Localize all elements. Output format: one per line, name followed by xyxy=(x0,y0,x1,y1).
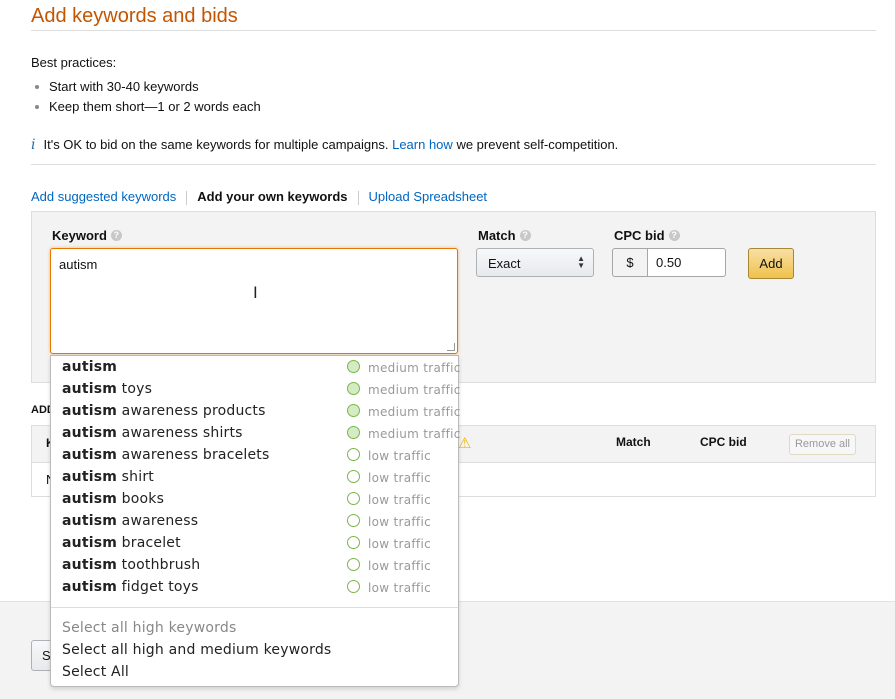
add-keyword-button[interactable]: Add xyxy=(748,248,794,279)
column-header-cpc-bid: CPC bid xyxy=(700,435,747,449)
bullet-icon xyxy=(35,104,39,109)
traffic-level: medium traffic xyxy=(368,383,461,397)
suggestion-action[interactable]: Select All xyxy=(62,664,129,680)
suggestion-item[interactable]: autism awareness bracelets low traffic xyxy=(51,445,458,467)
page-title: Add keywords and bids xyxy=(31,5,238,27)
text-cursor-icon: I xyxy=(253,283,258,302)
suggestion-action[interactable]: Select all high and medium keywords xyxy=(62,642,331,658)
info-icon: i xyxy=(31,137,36,153)
best-practice-item: Keep them short—1 or 2 words each xyxy=(35,99,261,114)
traffic-indicator-icon xyxy=(347,470,360,483)
suggestion-item[interactable]: autism awareness products medium traffic xyxy=(51,401,461,423)
help-icon[interactable]: ? xyxy=(519,230,531,242)
bullet-icon xyxy=(35,84,39,89)
column-header-match: Match xyxy=(616,435,651,449)
suggestion-item[interactable]: autism awareness low traffic xyxy=(51,511,458,533)
suggestion-keyword: autism awareness shirts xyxy=(62,425,243,441)
traffic-level: low traffic xyxy=(368,493,431,507)
select-arrows-icon: ▲ ▼ xyxy=(577,254,585,270)
suggestion-keyword: autism fidget toys xyxy=(62,579,199,595)
learn-how-link[interactable]: Learn how xyxy=(392,137,453,152)
traffic-indicator-icon xyxy=(347,492,360,505)
help-icon[interactable]: ? xyxy=(110,230,122,242)
traffic-indicator-icon xyxy=(347,404,360,417)
traffic-indicator-icon xyxy=(347,514,360,527)
traffic-indicator-icon xyxy=(347,580,360,593)
suggestion-item[interactable]: autism fidget toys low traffic xyxy=(51,577,458,599)
traffic-indicator-icon xyxy=(347,558,360,571)
traffic-indicator-icon xyxy=(347,360,360,373)
traffic-level: low traffic xyxy=(368,471,431,485)
suggestion-keyword: autism awareness products xyxy=(62,403,266,419)
suggestion-item[interactable]: autism medium traffic xyxy=(51,357,461,379)
best-practices-heading: Best practices: xyxy=(31,55,117,70)
match-type-select[interactable]: Exact ▲ ▼ xyxy=(476,248,594,277)
keyword-source-tabs: Add suggested keywords Add your own keywo… xyxy=(31,189,487,205)
traffic-level: low traffic xyxy=(368,449,431,463)
tab-add-suggested-keywords[interactable]: Add suggested keywords xyxy=(31,189,176,204)
suggestion-item[interactable]: autism awareness shirts medium traffic xyxy=(51,423,461,445)
title-divider xyxy=(31,30,876,31)
suggestion-item[interactable]: autism bracelet low traffic xyxy=(51,533,458,555)
remove-all-button[interactable]: Remove all xyxy=(789,434,856,455)
currency-symbol: $ xyxy=(612,248,647,277)
best-practice-item: Start with 30-40 keywords xyxy=(35,79,199,94)
traffic-level: low traffic xyxy=(368,581,431,595)
keyword-suggestions-dropdown: autism medium traffic autism toys medium tr… xyxy=(50,355,461,687)
match-label: Match? xyxy=(478,228,531,243)
info-divider xyxy=(31,164,876,165)
resize-handle-icon[interactable] xyxy=(447,343,455,351)
suggestion-keyword: autism toothbrush xyxy=(62,557,201,573)
traffic-level: low traffic xyxy=(368,515,431,529)
match-type-value: Exact xyxy=(488,256,521,271)
keyword-text-value: autism xyxy=(59,257,98,272)
info-text-before: It's OK to bid on the same keywords for … xyxy=(43,137,389,152)
traffic-level: low traffic xyxy=(368,537,431,551)
suggestion-item[interactable]: autism toothbrush low traffic xyxy=(51,555,458,577)
suggestion-item[interactable]: autism shirt low traffic xyxy=(51,467,458,489)
tab-upload-spreadsheet[interactable]: Upload Spreadsheet xyxy=(369,189,488,204)
keyword-label: Keyword? xyxy=(52,228,122,243)
suggestion-action[interactable]: Select all high keywords xyxy=(62,620,236,636)
suggestion-divider xyxy=(51,607,458,608)
suggestion-keyword: autism bracelet xyxy=(62,535,181,551)
suggestion-keyword: autism awareness bracelets xyxy=(62,447,270,463)
tab-separator xyxy=(186,190,188,205)
suggestion-keyword: autism books xyxy=(62,491,165,507)
suggestion-keyword: autism awareness xyxy=(62,513,199,529)
traffic-level: medium traffic xyxy=(368,361,461,375)
traffic-indicator-icon xyxy=(347,382,360,395)
traffic-indicator-icon xyxy=(347,448,360,461)
traffic-level: medium traffic xyxy=(368,427,461,441)
traffic-level: low traffic xyxy=(368,559,431,573)
suggestion-keyword: autism xyxy=(62,359,118,375)
suggestion-keyword: autism toys xyxy=(62,381,153,397)
cpc-bid-label: CPC bid? xyxy=(614,228,680,243)
tab-add-your-own-keywords[interactable]: Add your own keywords xyxy=(197,189,347,204)
suggestion-keyword: autism shirt xyxy=(62,469,154,485)
info-message: i It's OK to bid on the same keywords for… xyxy=(31,137,618,153)
suggestion-item[interactable]: autism toys medium traffic xyxy=(51,379,461,401)
traffic-indicator-icon xyxy=(347,536,360,549)
traffic-indicator-icon xyxy=(347,426,360,439)
info-text-after: we prevent self-competition. xyxy=(456,137,619,152)
suggestion-item[interactable]: autism books low traffic xyxy=(51,489,458,511)
cpc-bid-input[interactable]: 0.50 xyxy=(647,248,726,277)
traffic-level: medium traffic xyxy=(368,405,461,419)
help-icon[interactable]: ? xyxy=(668,230,680,242)
tab-separator xyxy=(357,190,359,205)
